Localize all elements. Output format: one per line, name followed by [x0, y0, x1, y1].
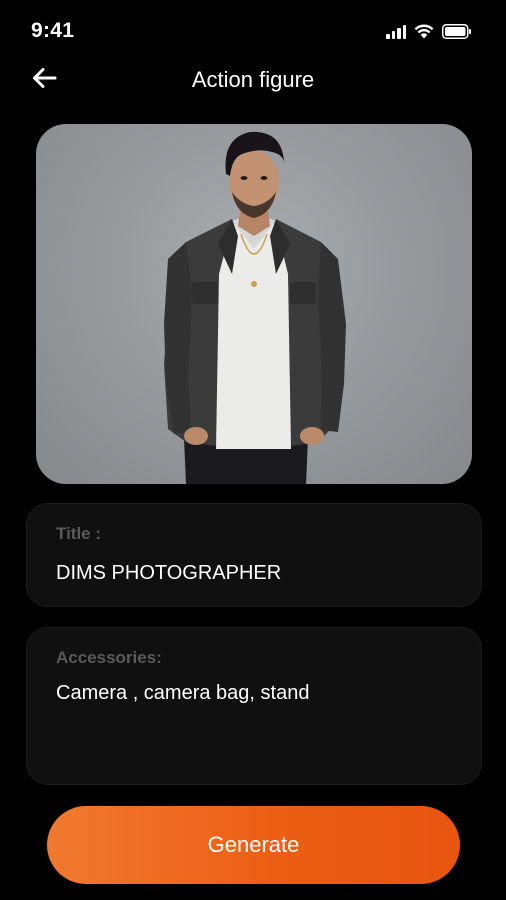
status-time: 9:41	[31, 19, 75, 42]
screen: 9:41 Action figure Title: DIMS PHOTOGRA…	[0, 0, 506, 900]
generate-button[interactable]: Generate	[47, 806, 460, 884]
portrait-image	[164, 131, 346, 484]
accessories-field-card: Accessories: Camera , camera bag, stand	[26, 627, 482, 785]
header: Action figure	[0, 58, 506, 102]
title-field-card: Title : DIMS PHOTOGRAPHER	[26, 503, 482, 607]
battery-icon	[442, 23, 472, 39]
title-input[interactable]: DIMS PHOTOGRAPHER	[56, 562, 461, 585]
title-label: Title :	[56, 524, 102, 543]
wifi-icon	[414, 24, 434, 39]
page-title: Action figure	[191, 67, 315, 92]
photo-card	[36, 124, 472, 484]
accessories-input[interactable]: Camera , camera bag, stand	[56, 682, 461, 705]
status-bar: 9:41	[0, 0, 506, 62]
signal-icon	[386, 24, 406, 39]
accessories-label: Accessories:	[56, 648, 162, 667]
status-icons	[386, 22, 472, 40]
